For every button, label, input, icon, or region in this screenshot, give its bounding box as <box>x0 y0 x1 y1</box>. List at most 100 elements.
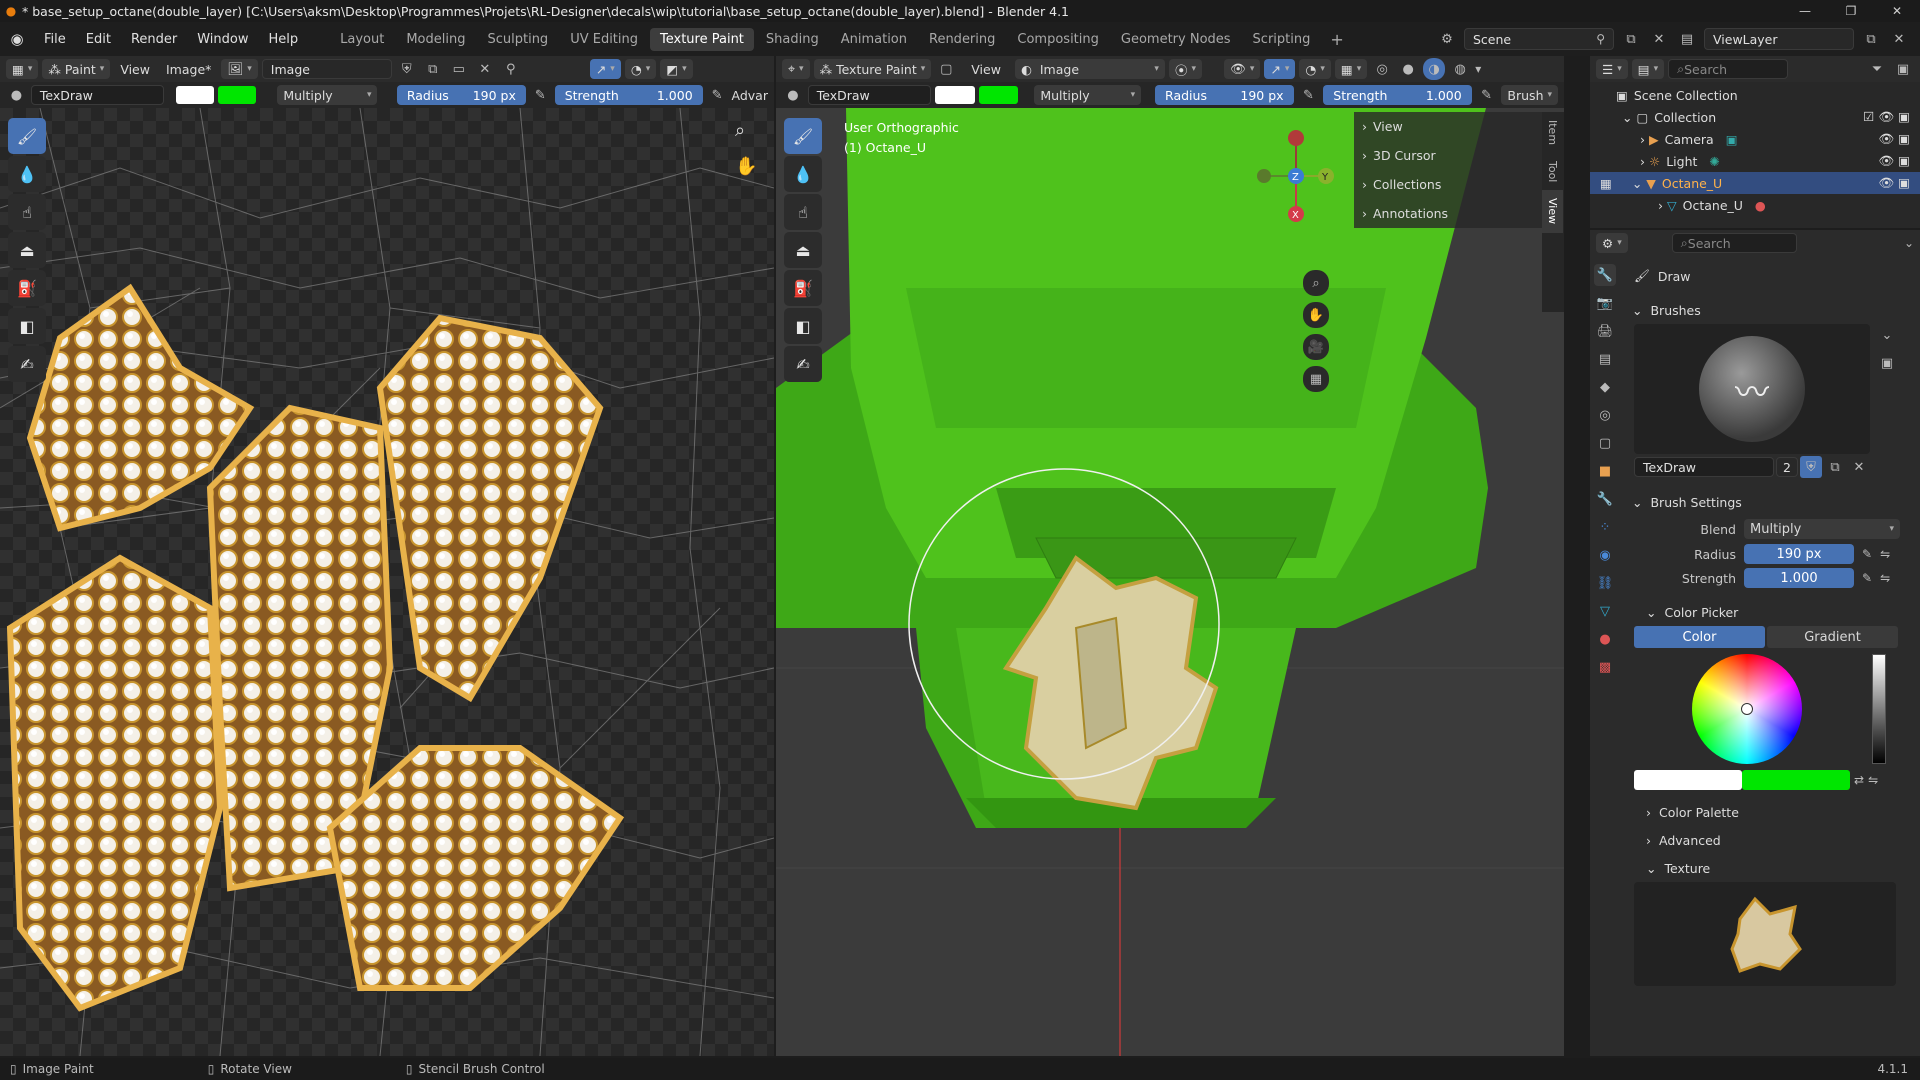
menu-render[interactable]: Render <box>121 32 187 47</box>
properties-secondary-color[interactable] <box>1742 770 1850 790</box>
brush-duplicate-icon[interactable]: ⧉ <box>1824 456 1846 478</box>
pin-image-icon[interactable]: ⚲ <box>500 58 522 80</box>
image-browse-dropdown[interactable]: 🖼 ▾ <box>221 59 258 79</box>
n-panel-annotations[interactable]: › Annotations <box>1354 199 1542 228</box>
brush-image-icon[interactable]: ▣ <box>1876 352 1898 374</box>
viewport-menu-view[interactable]: View <box>961 62 1011 77</box>
brush-datablock-name[interactable]: TexDraw <box>1634 457 1774 477</box>
pin-icon[interactable]: ⚲ <box>1596 32 1605 46</box>
tab-modeling[interactable]: Modeling <box>396 28 475 51</box>
overlay-toggle[interactable]: ◔ ▾ <box>624 59 657 79</box>
collection-visibility-icons[interactable]: ☑ 👁 ▣ <box>1863 109 1920 125</box>
swap-colors-icon[interactable]: ⇄ <box>1854 773 1864 787</box>
viewport-draw-tool-icon[interactable]: 🖌 <box>784 118 822 154</box>
properties-editor-type[interactable]: ⚙ ▾ <box>1596 233 1628 253</box>
tab-view[interactable]: View <box>1542 190 1563 233</box>
viewport-strength-slider[interactable]: Strength 1.000 <box>1323 85 1472 105</box>
rendered-shading-icon[interactable]: ◍ <box>1449 58 1471 80</box>
render-tab-icon[interactable]: 📷 <box>1594 292 1616 314</box>
menu-file[interactable]: File <box>34 32 76 47</box>
outliner-editor-type[interactable]: ☰ ▾ <box>1596 59 1628 79</box>
zoom-icon[interactable]: ⌕ <box>735 120 745 141</box>
viewport-scene[interactable] <box>776 108 1564 1056</box>
display-channels-dropdown[interactable]: ◩ ▾ <box>660 59 693 79</box>
tab-shading[interactable]: Shading <box>756 28 829 51</box>
color-tab[interactable]: Color <box>1634 626 1765 648</box>
properties-strength-slider[interactable]: 1.000 <box>1744 568 1854 588</box>
brush-menu-dropdown[interactable]: Brush ▾ <box>1501 85 1559 105</box>
gradient-tab[interactable]: Gradient <box>1767 626 1898 648</box>
image-name-field[interactable]: Image <box>261 59 392 79</box>
radius-slider[interactable]: Radius 190 px <box>396 85 526 105</box>
camera-view-icon[interactable]: 🎥 <box>1303 334 1329 360</box>
color-palette-header[interactable]: › Color Palette <box>1626 798 1916 826</box>
delete-scene-icon[interactable]: ✕ <box>1648 28 1670 50</box>
menu-help[interactable]: Help <box>259 32 309 47</box>
viewport-fill-tool-icon[interactable]: ⛽ <box>784 270 822 306</box>
paint-mask-toggle[interactable]: ▢ <box>935 58 957 80</box>
open-image-icon[interactable]: ▭ <box>448 58 470 80</box>
color-wheel[interactable] <box>1692 654 1802 764</box>
color-wheel-cursor[interactable] <box>1741 703 1753 715</box>
draw-tool-icon[interactable]: 🖌 <box>8 118 46 154</box>
outliner-item-light[interactable]: › ☼ Light ✺ 👁 ▣ <box>1590 150 1920 172</box>
shading-options-icon[interactable]: ▾ <box>1475 62 1481 76</box>
minimize-button[interactable]: — <box>1782 4 1828 18</box>
modifier-tab-icon[interactable]: 🔧 <box>1594 488 1616 510</box>
collection-tab-icon[interactable]: ▢ <box>1594 432 1616 454</box>
texture-preview[interactable] <box>1634 882 1896 986</box>
display-mode-dropdown[interactable]: ▤ ▾ <box>1631 59 1665 79</box>
radius-unit-icon[interactable]: ⇋ <box>1880 547 1890 561</box>
brush-name-field[interactable]: TexDraw <box>30 85 165 105</box>
properties-blend-dropdown[interactable]: Multiply ▾ <box>1744 519 1900 539</box>
properties-radius-slider[interactable]: 190 px <box>1744 544 1854 564</box>
wireframe-shading-icon[interactable]: ◎ <box>1371 58 1393 80</box>
viewport-strength-pressure-icon[interactable]: ✎ <box>1476 84 1498 106</box>
viewport-editor-type-dropdown[interactable]: ⌖ ▾ <box>782 59 810 79</box>
add-workspace-icon[interactable]: + <box>1322 30 1351 49</box>
scene-tab-icon[interactable]: ◆ <box>1594 376 1616 398</box>
outliner-item-octane-mesh[interactable]: › ▽ Octane_U ● <box>1590 194 1920 216</box>
clone-tool-icon[interactable]: ⏏ <box>8 232 46 268</box>
delete-view-layer-icon[interactable]: ✕ <box>1888 28 1910 50</box>
color-unified-icon[interactable]: ⇋ <box>1868 773 1878 787</box>
gizmo-toggle[interactable]: ↗ ▾ <box>589 59 621 79</box>
data-tab-icon[interactable]: ▽ <box>1594 600 1616 622</box>
radius-pressure-icon[interactable]: ✎ <box>530 84 551 106</box>
value-slider[interactable] <box>1872 654 1886 764</box>
strength-unit-icon[interactable]: ⇋ <box>1880 571 1890 585</box>
maximize-button[interactable]: ❐ <box>1828 4 1874 18</box>
brush-type-icon[interactable]: ● <box>6 84 27 106</box>
fake-user-icon[interactable]: ⛨ <box>396 58 418 80</box>
material-tab-icon[interactable]: ● <box>1594 628 1616 650</box>
texture-header[interactable]: ⌄ Texture <box>1626 854 1916 882</box>
tab-texture-paint[interactable]: Texture Paint <box>650 27 754 51</box>
n-panel-collections[interactable]: › Collections <box>1354 170 1542 199</box>
soften-tool-icon[interactable]: 💧 <box>8 156 46 192</box>
view-layer-tab-icon[interactable]: ▤ <box>1594 348 1616 370</box>
material-shading-icon[interactable]: ◑ <box>1423 58 1446 80</box>
3d-viewport[interactable]: ⌖ ▾ ⁂ Texture Paint ▾ ▢ View ◐ Image ▾ ⦿ ▾ 👁 ▾ … <box>776 56 1564 1056</box>
world-tab-icon[interactable]: ◎ <box>1594 404 1616 426</box>
output-tab-icon[interactable]: 🖨 <box>1594 320 1616 342</box>
n-panel-3d-cursor[interactable]: › 3D Cursor <box>1354 141 1542 170</box>
properties-search[interactable]: ⌕ Search <box>1671 233 1797 253</box>
scene-selector[interactable]: Scene ⚲ <box>1464 28 1614 50</box>
viewport-smear-tool-icon[interactable]: ☝ <box>784 194 822 230</box>
filter-icon[interactable]: ⏷ <box>1866 58 1888 80</box>
unlink-image-icon[interactable]: ✕ <box>474 58 496 80</box>
menu-window[interactable]: Window <box>187 32 258 47</box>
properties-options-icon[interactable]: ⌄ <box>1904 236 1914 250</box>
viewport-zoom-icon[interactable]: ⌕ <box>1303 270 1329 296</box>
viewport-blend-dropdown[interactable]: Multiply ▾ <box>1034 85 1142 105</box>
viewport-secondary-color-swatch[interactable] <box>978 86 1019 104</box>
tab-compositing[interactable]: Compositing <box>1007 28 1109 51</box>
mask-tool-icon[interactable]: ◧ <box>8 308 46 344</box>
physics-tab-icon[interactable]: ◉ <box>1594 544 1616 566</box>
tab-geometry-nodes[interactable]: Geometry Nodes <box>1111 28 1241 51</box>
tab-item[interactable]: Item <box>1542 112 1563 153</box>
brush-browse-icon[interactable]: ⌄ <box>1876 324 1898 346</box>
scene-icon[interactable]: ⚙ <box>1436 28 1458 50</box>
new-image-icon[interactable]: ⧉ <box>422 58 444 80</box>
viewport-mode-dropdown[interactable]: ⁂ Texture Paint ▾ <box>813 59 932 79</box>
